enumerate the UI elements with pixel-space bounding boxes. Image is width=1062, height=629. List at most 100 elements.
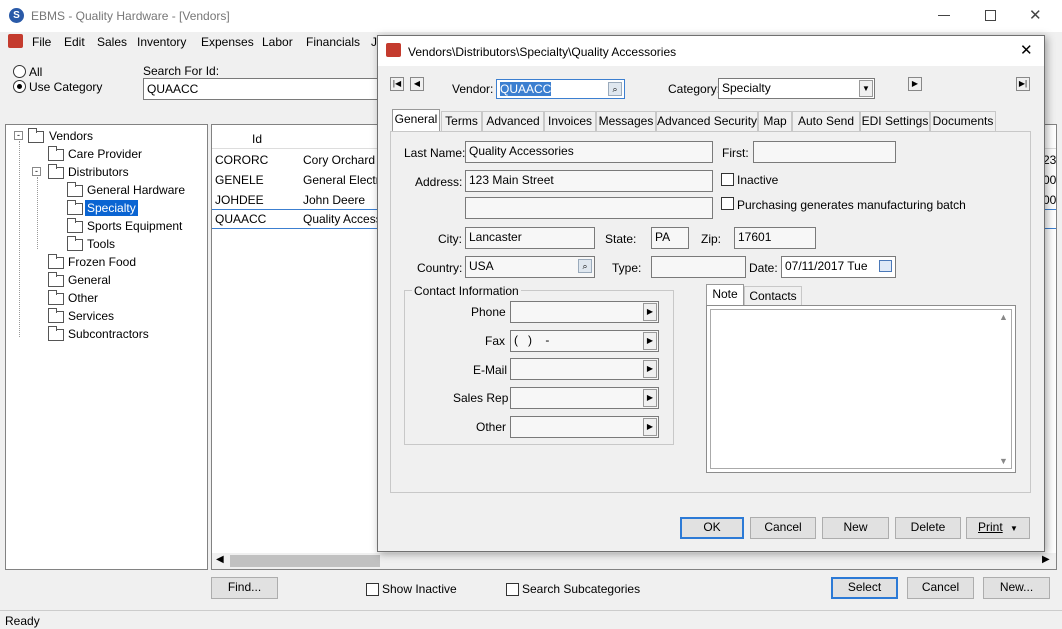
tree-item-subcontractors[interactable]: Subcontractors [68,327,149,341]
collapse-distributors-icon[interactable]: - [32,167,41,176]
ok-button[interactable]: OK [680,517,744,539]
tab-invoices[interactable]: Invoices [544,111,596,131]
tree-item-general[interactable]: General [68,273,111,287]
scroll-right-icon[interactable]: ▶ [1042,554,1050,565]
new-button[interactable]: New... [983,577,1050,599]
tab-advanced[interactable]: Advanced [482,111,544,131]
dialog-cancel-button[interactable]: Cancel [750,517,816,539]
country-label: Country: [417,261,463,275]
scroll-thumb[interactable] [230,555,380,567]
folder-icon [48,272,64,287]
arrow-right-icon[interactable]: ▶ [643,332,657,350]
vendor-label: Vendor: [452,82,494,96]
country-value: USA [469,259,494,273]
maximize-icon[interactable] [985,10,996,21]
dialog-new-button[interactable]: New [822,517,889,539]
other-field[interactable]: ▶ [510,416,659,438]
minimize-icon[interactable] [938,15,950,16]
date-field[interactable]: 07/11/2017 Tue [781,256,896,278]
search-subcategories-checkbox[interactable] [506,583,519,596]
vendor-input[interactable]: QUAACC ⌕ [496,79,625,99]
search-icon[interactable]: ⌕ [578,259,592,273]
state-label: State: [605,232,637,246]
find-button[interactable]: Find... [211,577,278,599]
show-inactive-checkbox[interactable] [366,583,379,596]
arrow-right-icon[interactable]: ▶ [643,418,657,436]
tree-dotted-line-2 [37,177,38,249]
tab-messages[interactable]: Messages [596,111,656,131]
sales-rep-field[interactable]: ▶ [510,387,659,409]
collapse-vendors-icon[interactable]: - [14,131,23,140]
state-field[interactable]: PA [651,227,689,249]
scroll-up-icon[interactable]: ▲ [999,312,1008,322]
row-tail: 23 [1043,153,1057,167]
next-record-icon[interactable]: ▶ [908,77,922,91]
tab-note[interactable]: Note [706,284,744,306]
fax-field[interactable]: ( ) - ▶ [510,330,659,352]
tab-contacts[interactable]: Contacts [744,286,802,306]
scroll-left-icon[interactable]: ◀ [216,554,224,565]
calendar-icon[interactable] [879,260,892,272]
arrow-right-icon[interactable]: ▶ [643,303,657,321]
tab-edi-settings[interactable]: EDI Settings [860,111,930,131]
close-icon[interactable]: ✕ [1029,6,1042,24]
menu-inventory[interactable]: Inventory [137,35,186,49]
radio-all[interactable] [13,65,26,78]
zip-field[interactable]: 17601 [734,227,816,249]
country-field[interactable]: USA ⌕ [465,256,595,278]
date-value: 07/11/2017 Tue [785,259,868,273]
dialog-close-icon[interactable]: ✕ [1020,41,1033,59]
arrow-right-icon[interactable]: ▶ [643,389,657,407]
city-field[interactable]: Lancaster [465,227,595,249]
scroll-down-icon[interactable]: ▼ [999,456,1008,466]
search-input[interactable]: QUAACC [143,78,383,100]
tree-item-other[interactable]: Other [68,291,98,305]
select-button[interactable]: Select [831,577,898,599]
prev-record-icon[interactable]: ◀ [410,77,424,91]
email-field[interactable]: ▶ [510,358,659,380]
first-field[interactable] [753,141,896,163]
tree-item-care-provider[interactable]: Care Provider [68,147,142,161]
last-record-icon[interactable]: ▶| [1016,77,1030,91]
print-button[interactable]: Print ▼ [966,517,1030,539]
menu-edit[interactable]: Edit [64,35,85,49]
tab-general[interactable]: General [392,109,440,131]
address2-field[interactable] [465,197,713,219]
tree-item-distributors[interactable]: Distributors [68,165,129,179]
last-name-field[interactable]: Quality Accessories [465,141,713,163]
search-icon[interactable]: ⌕ [608,82,622,96]
phone-field[interactable]: ▶ [510,301,659,323]
delete-button[interactable]: Delete [895,517,961,539]
purchasing-checkbox[interactable] [721,197,734,210]
address1-field[interactable]: 123 Main Street [465,170,713,192]
tree-item-sports-equipment[interactable]: Sports Equipment [87,219,182,233]
tree-item-specialty[interactable]: Specialty [85,200,138,216]
horizontal-scrollbar[interactable]: ◀ ▶ [212,553,1056,569]
first-record-icon[interactable]: |◀ [390,77,404,91]
chevron-down-icon[interactable]: ▼ [859,80,873,97]
tree-item-vendors[interactable]: Vendors [49,129,93,143]
column-header-id[interactable]: Id [252,132,262,146]
menu-file[interactable]: File [32,35,51,49]
tree-item-tools[interactable]: Tools [87,237,115,251]
menu-financials[interactable]: Financials [306,35,360,49]
menu-labor[interactable]: Labor [262,35,293,49]
arrow-right-icon[interactable]: ▶ [643,360,657,378]
radio-use-category[interactable] [13,80,26,93]
tab-map[interactable]: Map [758,111,792,131]
tab-documents[interactable]: Documents [930,111,996,131]
category-select[interactable]: Specialty ▼ [718,78,875,99]
tree-item-frozen-food[interactable]: Frozen Food [68,255,136,269]
radio-all-label: All [29,65,43,79]
note-textarea[interactable]: ▲ ▼ [706,305,1016,473]
inactive-checkbox[interactable] [721,173,734,186]
tab-auto-send[interactable]: Auto Send [792,111,860,131]
cancel-button[interactable]: Cancel [907,577,974,599]
tree-item-services[interactable]: Services [68,309,114,323]
menu-sales[interactable]: Sales [97,35,127,49]
menu-expenses[interactable]: Expenses [201,35,254,49]
tab-terms[interactable]: Terms [441,111,482,131]
tab-advanced-security[interactable]: Advanced Security [656,111,758,131]
tree-item-general-hardware[interactable]: General Hardware [87,183,185,197]
type-field[interactable] [651,256,746,278]
